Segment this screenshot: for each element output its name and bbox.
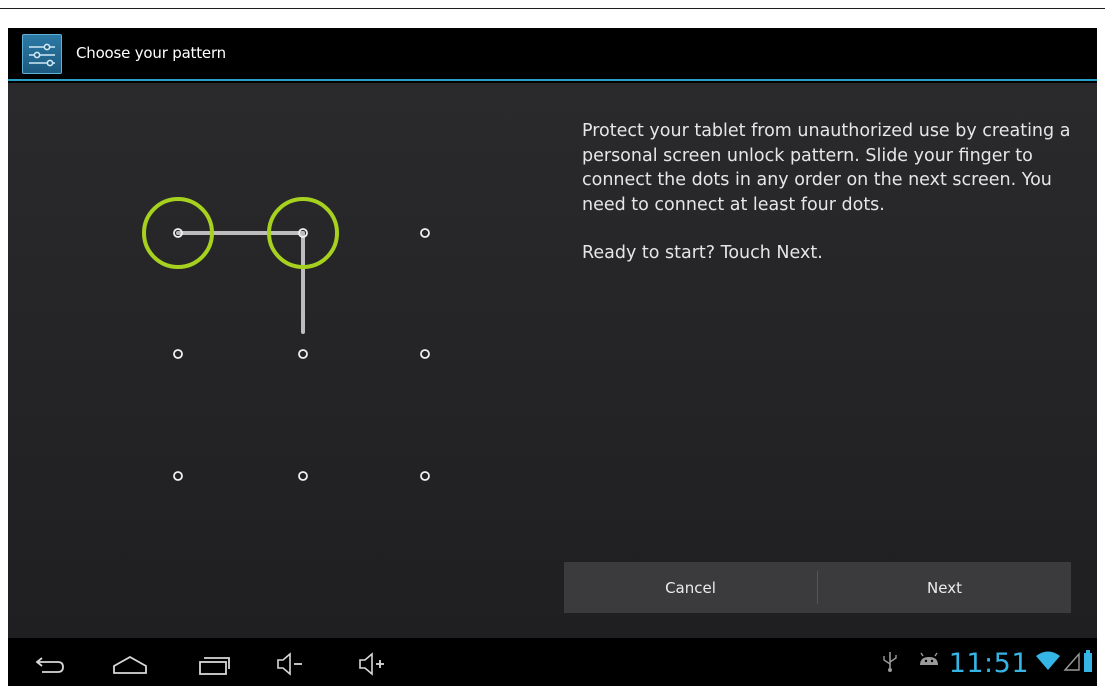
system-bar: 11:51 [8,640,1097,686]
top-frame-line [0,8,1105,9]
volume-up-icon[interactable] [350,648,394,680]
instructions: Protect your tablet from unauthorized us… [582,119,1092,290]
pattern-path [176,231,305,334]
content-area: Protect your tablet from unauthorized us… [8,83,1097,638]
battery-icon [1083,649,1093,677]
settings-sliders-icon[interactable] [22,34,62,74]
pattern-dot-9 [420,471,430,481]
pattern-dot-7 [173,471,183,481]
instructions-paragraph-1: Protect your tablet from unauthorized us… [582,121,1071,215]
wifi-icon [1035,650,1061,676]
volume-down-icon[interactable] [268,648,312,680]
pattern-dot-8 [298,471,308,481]
recent-apps-icon[interactable] [191,648,235,680]
instructions-paragraph-2: Ready to start? Touch Next. [582,243,823,263]
pattern-dot-5 [298,349,308,359]
page-title: Choose your pattern [76,44,226,62]
usb-icon [879,648,901,678]
clock: 11:51 [948,647,1029,679]
signal-icon [1063,650,1081,676]
unlock-pattern-preview [142,197,430,481]
button-bar: Cancel Next [564,562,1071,613]
home-icon[interactable] [108,648,152,680]
pattern-dot-6 [420,349,430,359]
back-icon[interactable] [28,648,72,680]
cancel-button[interactable]: Cancel [564,562,817,613]
tablet-screen: Choose your pattern Protect your tablet … [8,28,1097,686]
status-area[interactable]: 11:51 [879,644,1093,682]
action-bar: Choose your pattern [8,28,1097,81]
android-debug-icon [917,651,941,675]
next-button[interactable]: Next [818,562,1071,613]
pattern-dot-4 [173,349,183,359]
pattern-dot-3 [420,228,430,238]
